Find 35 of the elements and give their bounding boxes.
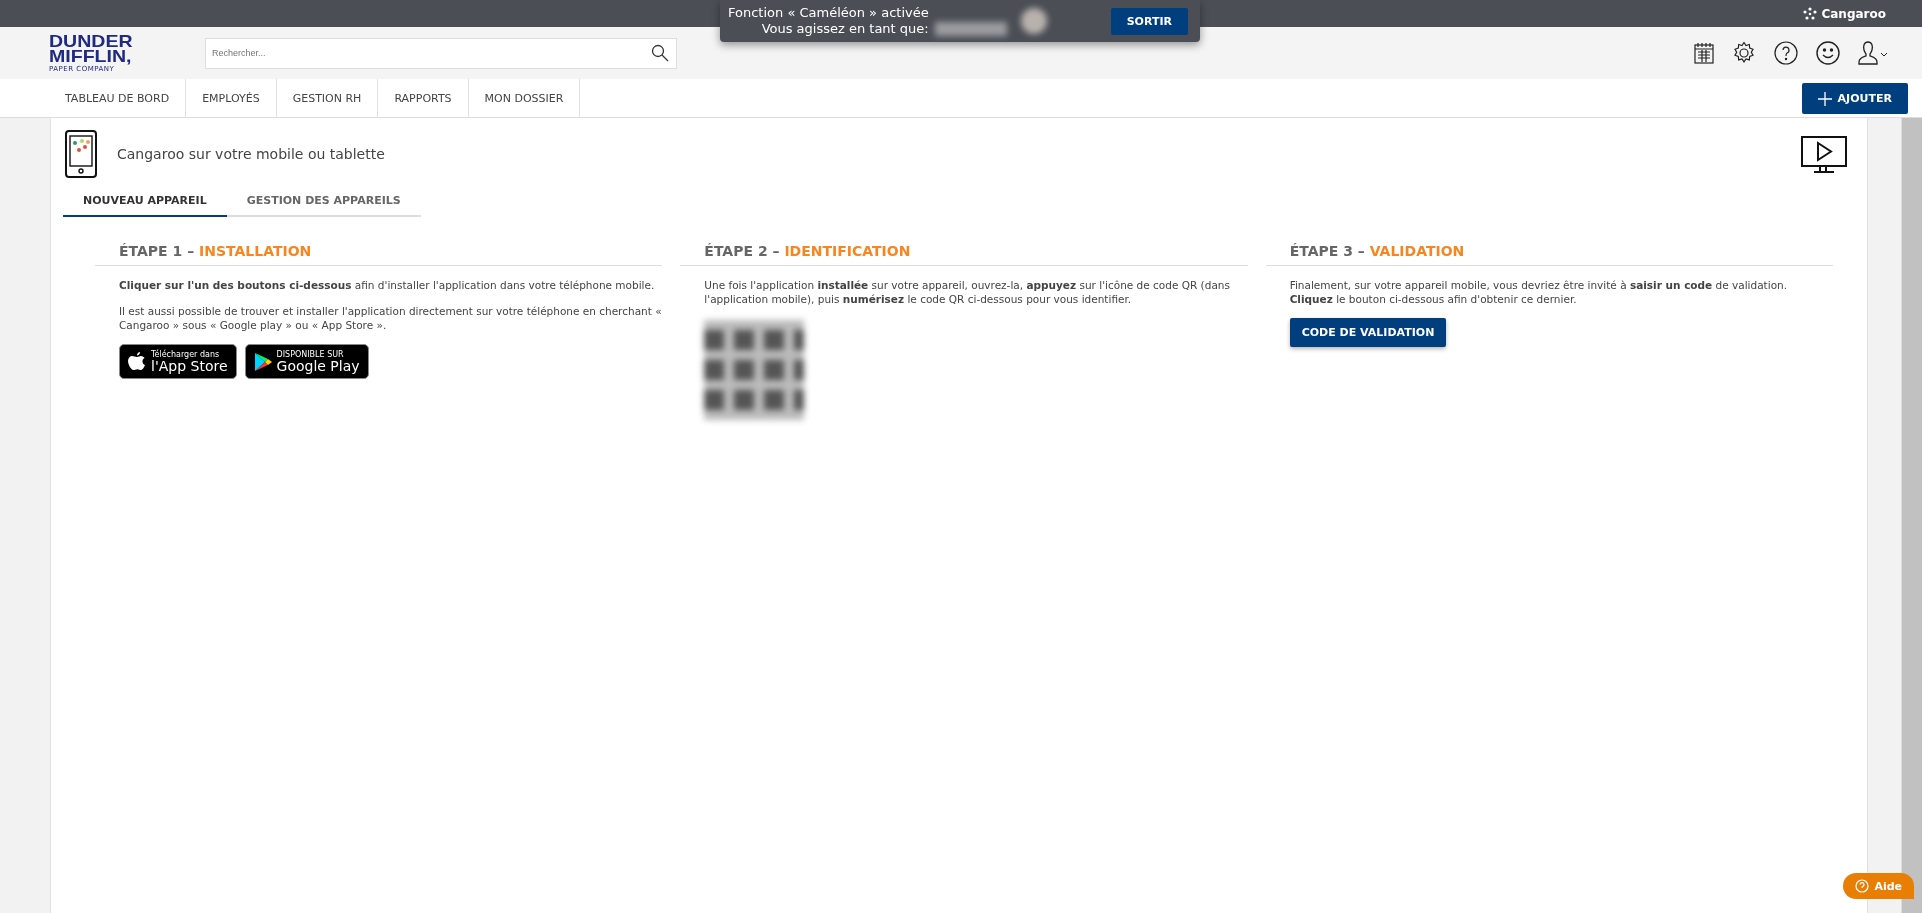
scrollbar[interactable] <box>1901 118 1922 913</box>
avatar <box>1020 8 1047 34</box>
add-button[interactable]: AJOUTER <box>1801 83 1908 114</box>
banner-title: Fonction « Caméléon » activée <box>728 5 929 21</box>
exit-button[interactable]: SORTIR <box>1110 7 1188 35</box>
help-icon <box>1855 879 1870 893</box>
settings-icon[interactable] <box>1732 41 1756 65</box>
tablet-icon <box>65 130 97 178</box>
step-text: Il est aussi possible de trouver et installer l'application directement sur votre téléphone en cherchant « Cangaroo » sous « Google play » ou « App Store ». <box>119 304 663 332</box>
step-heading: ÉTAPE 2 – IDENTIFICATION <box>680 243 1248 266</box>
tab[interactable]: NOUVEAU APPAREIL <box>63 186 227 217</box>
nav-item[interactable]: MON DOSSIER <box>468 79 581 117</box>
nav-item[interactable]: EMPLOYÉS <box>186 79 277 117</box>
calendar-icon[interactable] <box>1694 42 1714 64</box>
google-play-badge[interactable]: DISPONIBLE SUR Google Play <box>244 344 369 379</box>
step-text: Cliquer sur l'un des boutons ci-dessous afin d'installer l'application dans votre téléphone mobile. <box>119 278 656 292</box>
nav-item[interactable]: GESTION RH <box>276 79 379 117</box>
brand-logo: Cangaroo <box>1803 6 1886 21</box>
nav-item[interactable]: TABLEAU DE BORD <box>49 79 187 117</box>
app-store-badge[interactable]: Télécharger dans l'App Store <box>119 344 237 379</box>
tab[interactable]: GESTION DES APPAREILS <box>226 186 421 217</box>
plus-icon <box>1817 91 1832 106</box>
step-text: Finalement, sur votre appareil mobile, vous devriez être invité à saisir un code de validation. Cliquez le bouton ci-dessous afin d'obtenir ce dernier. <box>1289 278 1789 306</box>
banner-text: Vous agissez en tant que: <box>761 21 929 37</box>
smiley-icon[interactable] <box>1816 41 1840 65</box>
user-menu-icon[interactable] <box>1858 40 1888 66</box>
validation-code-button[interactable]: CODE DE VALIDATION <box>1289 318 1447 347</box>
page-title: Cangaroo sur votre mobile ou tablette <box>117 146 385 162</box>
step-heading: ÉTAPE 1 – INSTALLATION <box>95 243 663 266</box>
help-icon[interactable] <box>1774 41 1798 65</box>
step-heading: ÉTAPE 3 – VALIDATION <box>1265 243 1833 266</box>
search-field[interactable]: Rechercher... <box>205 37 677 69</box>
nav-item[interactable]: RAPPORTS <box>378 79 469 117</box>
step-text: Une fois l'application installée sur votre appareil, ouvrez-la, appuyez sur l'icône de code QR (dans l'application mobile), puis numérisez le code QR ci-dessous pour vous identifier. <box>704 278 1231 306</box>
video-icon[interactable] <box>1801 136 1847 174</box>
